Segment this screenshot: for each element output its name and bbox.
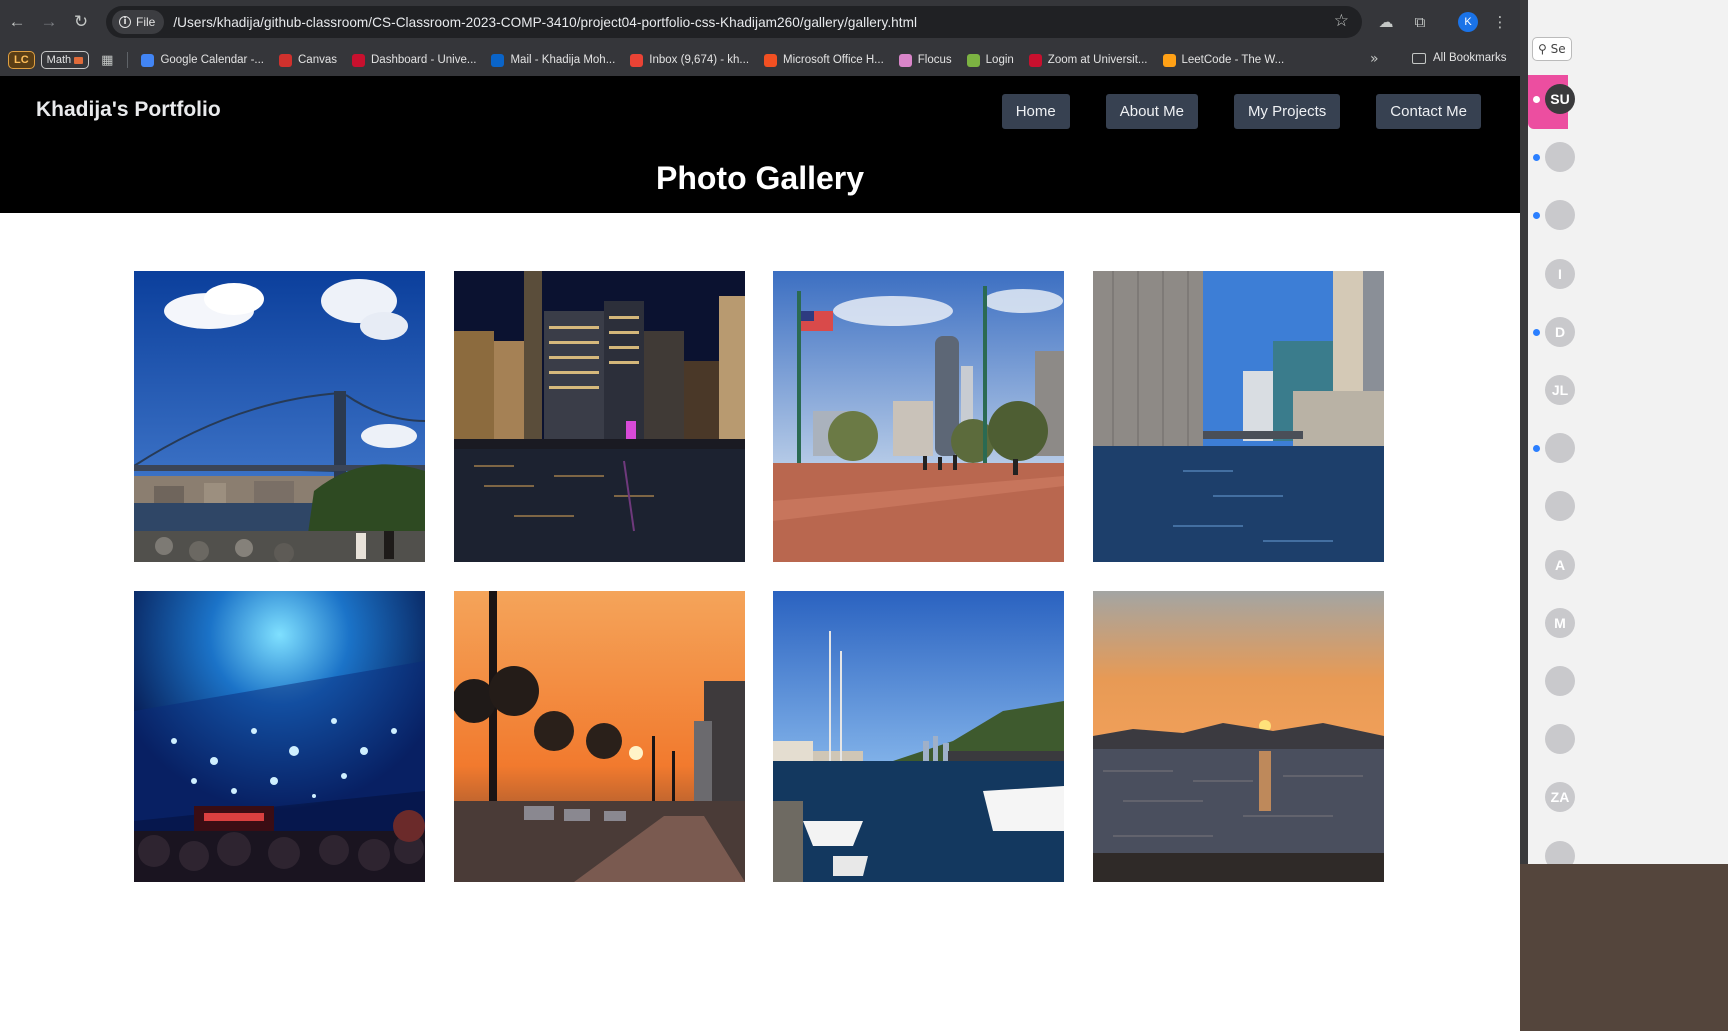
bookmark-item[interactable]: Microsoft Office H...	[764, 53, 884, 67]
favicon-icon	[352, 53, 365, 67]
more-bookmarks-icon[interactable]: »	[1370, 51, 1379, 67]
bookmark-item[interactable]: LeetCode - The W...	[1162, 53, 1285, 67]
url-text[interactable]: /Users/khadija/github-classroom/CS-Class…	[173, 15, 917, 30]
desktop-background	[1520, 864, 1728, 1031]
nav-about-button[interactable]: About Me	[1105, 94, 1198, 129]
all-bookmarks-button[interactable]: All Bookmarks	[1412, 52, 1507, 64]
chat-avatar[interactable]	[1545, 433, 1575, 464]
bookmark-label: Google Calendar -...	[160, 54, 264, 66]
chat-avatar[interactable]	[1545, 666, 1575, 696]
site-info-chip[interactable]: i File	[112, 10, 165, 34]
unread-dot	[1533, 328, 1540, 336]
bookmark-item[interactable]: Dashboard - Unive...	[352, 53, 477, 67]
favicon-icon	[630, 53, 644, 67]
address-bar[interactable]: i File /Users/khadija/github-classroom/C…	[106, 6, 1362, 38]
bookmark-label: Canvas	[298, 54, 337, 66]
bookmarks-divider	[127, 52, 129, 68]
bookmark-label: Microsoft Office H...	[783, 54, 884, 66]
profile-avatar[interactable]: K	[1458, 12, 1478, 32]
bookmark-math-label: Math	[46, 54, 72, 66]
chat-avatar[interactable]: I	[1545, 258, 1575, 289]
chat-avatar[interactable]	[1545, 142, 1575, 173]
bookmark-item[interactable]: Flocus	[898, 53, 952, 67]
sunset-street-photo[interactable]	[453, 591, 745, 882]
site-brand[interactable]: Khadija's Portfolio	[36, 98, 221, 122]
bookmark-label: Login	[985, 54, 1014, 66]
brooklyn-bridge-photo[interactable]	[134, 271, 425, 562]
folder-icon	[1412, 52, 1426, 64]
bookmark-item[interactable]: Mail - Khadija Moh...	[491, 53, 616, 67]
side-panel: ⚲ Se SU I D JL A M ZA	[1520, 0, 1728, 1031]
bookmark-label: Dashboard - Unive...	[371, 54, 477, 66]
puzzle-icon[interactable]: ⧉	[1409, 11, 1431, 33]
reload-icon[interactable]: ↻	[65, 6, 97, 38]
river-canal-photo[interactable]	[1092, 271, 1384, 562]
aquarium-tunnel-photo[interactable]	[134, 591, 425, 882]
page-viewport: Khadija's Portfolio Home About Me My Pro…	[0, 76, 1520, 1031]
favicon-icon	[491, 53, 505, 67]
bookmark-item[interactable]: Login	[966, 53, 1014, 67]
nav-projects-button[interactable]: My Projects	[1233, 94, 1341, 129]
browser-window: ← → ↻ i File /Users/khadija/github-class…	[0, 0, 1520, 1031]
photo-grid	[134, 271, 1384, 882]
nav-contact-button[interactable]: Contact Me	[1376, 94, 1481, 129]
bookmark-label: LeetCode - The W...	[1181, 54, 1285, 66]
unread-dot	[1533, 96, 1540, 103]
chat-avatar[interactable]: D	[1545, 316, 1575, 347]
math-flag-icon	[74, 56, 84, 64]
nav-home-button[interactable]: Home	[1001, 94, 1070, 129]
all-bookmarks-label: All Bookmarks	[1433, 52, 1507, 64]
forward-arrow-icon[interactable]: →	[33, 6, 65, 38]
bookmark-label: Zoom at Universit...	[1047, 54, 1148, 66]
chat-avatar[interactable]: SU	[1545, 84, 1575, 114]
chat-avatar[interactable]	[1545, 724, 1575, 755]
bookmark-lc[interactable]: LC	[8, 51, 35, 69]
favicon-icon	[279, 53, 292, 67]
bookmark-label: Flocus	[917, 54, 952, 66]
favicon-icon	[898, 53, 912, 67]
bookmark-item[interactable]: Zoom at Universit...	[1028, 53, 1148, 67]
bookmark-item[interactable]: Canvas	[279, 53, 337, 67]
chat-avatar[interactable]: JL	[1545, 375, 1575, 405]
page-title: Photo Gallery	[655, 160, 865, 196]
favicon-icon	[1028, 53, 1042, 67]
side-search-label: Se	[1550, 42, 1566, 56]
extension-icon[interactable]: ☁	[1375, 11, 1397, 33]
bookmarks-bar: LC Math ▦ Google Calendar -... Canvas Dash…	[0, 44, 1520, 76]
side-search-field[interactable]: ⚲ Se	[1532, 37, 1572, 61]
sunset-over-water-photo[interactable]	[1092, 591, 1384, 882]
favicon-icon	[141, 53, 155, 67]
city-skyline-night-photo[interactable]	[453, 271, 745, 562]
bookmark-star-icon[interactable]: ☆	[1334, 11, 1349, 31]
back-arrow-icon[interactable]: ←	[1, 6, 33, 38]
bookmark-item[interactable]: Inbox (9,674) - kh...	[630, 53, 750, 67]
kebab-menu-icon[interactable]: ⋮	[1489, 11, 1511, 33]
bookmark-math[interactable]: Math	[40, 51, 90, 69]
site-chip-label: File	[136, 15, 156, 29]
info-icon: i	[119, 16, 131, 28]
bookmark-item[interactable]: Google Calendar -...	[141, 53, 264, 67]
chat-avatar[interactable]: A	[1545, 549, 1575, 580]
bookmark-list: Google Calendar -... Canvas Dashboard - Un…	[141, 53, 1299, 67]
bookmark-label: Mail - Khadija Moh...	[510, 54, 616, 66]
chat-avatar[interactable]: M	[1545, 607, 1575, 638]
apps-grid-icon[interactable]: ▦	[101, 53, 113, 68]
waterfront-promenade-photo[interactable]	[773, 271, 1064, 562]
favicon-icon	[966, 53, 980, 67]
marina-sailboats-photo[interactable]	[773, 591, 1064, 882]
favicon-icon	[1162, 53, 1176, 67]
site-nav: Home About Me My Projects Contact Me	[1001, 94, 1481, 129]
site-header: Khadija's Portfolio Home About Me My Pro…	[0, 76, 1520, 213]
bookmark-label: Inbox (9,674) - kh...	[649, 54, 750, 66]
favicon-icon	[764, 53, 778, 67]
browser-toolbar: ← → ↻ i File /Users/khadija/github-class…	[0, 0, 1520, 44]
